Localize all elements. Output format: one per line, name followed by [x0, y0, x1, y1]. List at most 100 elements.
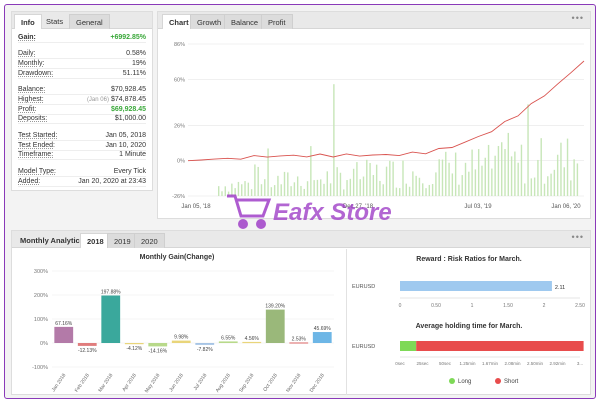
volume-bar [533, 177, 536, 196]
tab-balance[interactable]: Balance [224, 14, 266, 29]
x-tick-label: 0sec [395, 361, 405, 366]
volume-bar [566, 138, 569, 196]
rr-bar [400, 281, 552, 291]
x-tick-label: Oct 2018 [262, 373, 279, 393]
data-label: -12.13% [78, 348, 97, 354]
volume-bar [524, 183, 526, 196]
stat-label: Added: [18, 177, 41, 185]
legend-swatch [495, 378, 501, 384]
y-tick-label: 26% [174, 123, 185, 129]
stat-row: Deposits: $1,000.00 [18, 113, 146, 125]
bar [124, 343, 144, 345]
volume-bar [556, 154, 559, 196]
legend-swatch [449, 378, 455, 384]
data-label: -4.12% [126, 346, 142, 352]
bar [148, 343, 168, 347]
data-label: 6.55% [221, 335, 236, 341]
tab-info[interactable]: Info [14, 14, 42, 29]
volume-bar [418, 177, 421, 196]
tab-stats[interactable]: Stats [40, 14, 69, 29]
tab-monthly-analytics[interactable]: Monthly Analytics [14, 233, 90, 248]
y-tick-label: 100% [34, 317, 48, 323]
x-tick-label: 2.50 [575, 303, 585, 309]
tab-2020[interactable]: 2020 [134, 233, 165, 248]
volume-bar [422, 183, 424, 196]
bar [54, 326, 74, 343]
volume-bar [491, 168, 493, 196]
volume-bar [497, 145, 500, 196]
tab-general[interactable]: General [69, 14, 110, 29]
volume-bar [415, 175, 417, 196]
volume-bar [218, 186, 220, 196]
bar [171, 340, 191, 343]
x-tick-label: 2.08min [504, 361, 521, 366]
volume-bar [458, 184, 460, 196]
chart-menu-icon[interactable]: ••• [572, 13, 584, 23]
volume-bar [550, 173, 552, 196]
volume-bar [395, 187, 398, 196]
x-tick-label: Jan 06, '20 [551, 204, 581, 210]
volume-bar [504, 149, 506, 196]
bar [265, 309, 285, 343]
data-label: -14.16% [148, 348, 167, 354]
data-label: 139.20% [265, 304, 285, 310]
stat-row: Timeframe: 1 Minute [18, 149, 146, 161]
volume-bar [441, 159, 444, 196]
x-tick-label: 0 [399, 303, 402, 309]
x-tick-label: Jul 03, '19 [464, 204, 492, 210]
x-tick-label: Jan 05, '18 [181, 204, 211, 210]
stat-value: Jan 20, 2020 at 23:43 [78, 177, 146, 185]
volume-bar [494, 155, 496, 196]
category-label: EURUSD [352, 344, 375, 350]
volume-bar [428, 184, 431, 196]
bar [312, 332, 332, 343]
monthly-gain-chart: Monthly Gain(Change) 300% 200% 100% 0% -100% 6… [32, 254, 334, 395]
x-tick-label: 50sec [439, 361, 452, 366]
volume-bar [464, 162, 467, 196]
bar [77, 343, 97, 346]
volume-bar [471, 149, 473, 196]
x-tick-label: 2.92min [549, 361, 566, 366]
volume-bar [560, 142, 562, 196]
stats-panel: Info Stats General Gain: +6992.85% Daily: 0… [11, 11, 153, 191]
x-tick-label: Aug 2018 [215, 373, 232, 394]
category-label: EURUSD [352, 284, 375, 290]
x-tick-label: Jan 2018 [51, 373, 68, 393]
volume-bar [461, 175, 463, 196]
volume-bar [477, 149, 480, 196]
stat-value: +6992.85% [110, 34, 146, 41]
x-tick-label: May 2018 [144, 373, 162, 395]
legend-label: Short [504, 379, 519, 385]
x-tick-label: 1.25min [459, 361, 476, 366]
x-tick-label: 3... [577, 361, 583, 366]
bar [101, 295, 121, 343]
x-tick-label: 25sec [416, 361, 429, 366]
x-tick-label: Apr 2018 [121, 373, 138, 393]
stat-label: Deposits: [18, 115, 48, 123]
tab-growth[interactable]: Growth [190, 14, 229, 29]
x-tick-label: Mar 2018 [97, 373, 114, 394]
analytics-menu-icon[interactable]: ••• [572, 232, 584, 242]
volume-bar [438, 159, 440, 196]
stat-row: Drawdown: 51.11% [18, 68, 146, 79]
cart-icon [227, 194, 272, 229]
volume-bar [445, 151, 447, 196]
chart-title: Reward : Risk Ratios for March. [416, 256, 521, 263]
y-tick-label: 300% [34, 269, 48, 275]
volume-bar [527, 104, 529, 196]
volume-bar [454, 152, 457, 196]
volume-bar [399, 188, 401, 196]
volume-bar [448, 162, 450, 196]
divider [346, 249, 347, 395]
stat-value: 1 Minute [119, 151, 146, 159]
tab-profit[interactable]: Profit [261, 14, 293, 29]
chart-title: Average holding time for March. [416, 323, 523, 330]
volume-bar [468, 171, 470, 196]
data-label: -7.82% [197, 347, 213, 353]
holding-bar-short [416, 341, 584, 351]
x-tick-label: 1.50 [503, 303, 513, 309]
x-tick-label: 1 [471, 303, 474, 309]
holding-time-chart: Average holding time for March. EURUSD 0se… [352, 323, 584, 385]
holding-bar-long [400, 341, 417, 351]
y-tick-label: 0% [177, 159, 185, 165]
